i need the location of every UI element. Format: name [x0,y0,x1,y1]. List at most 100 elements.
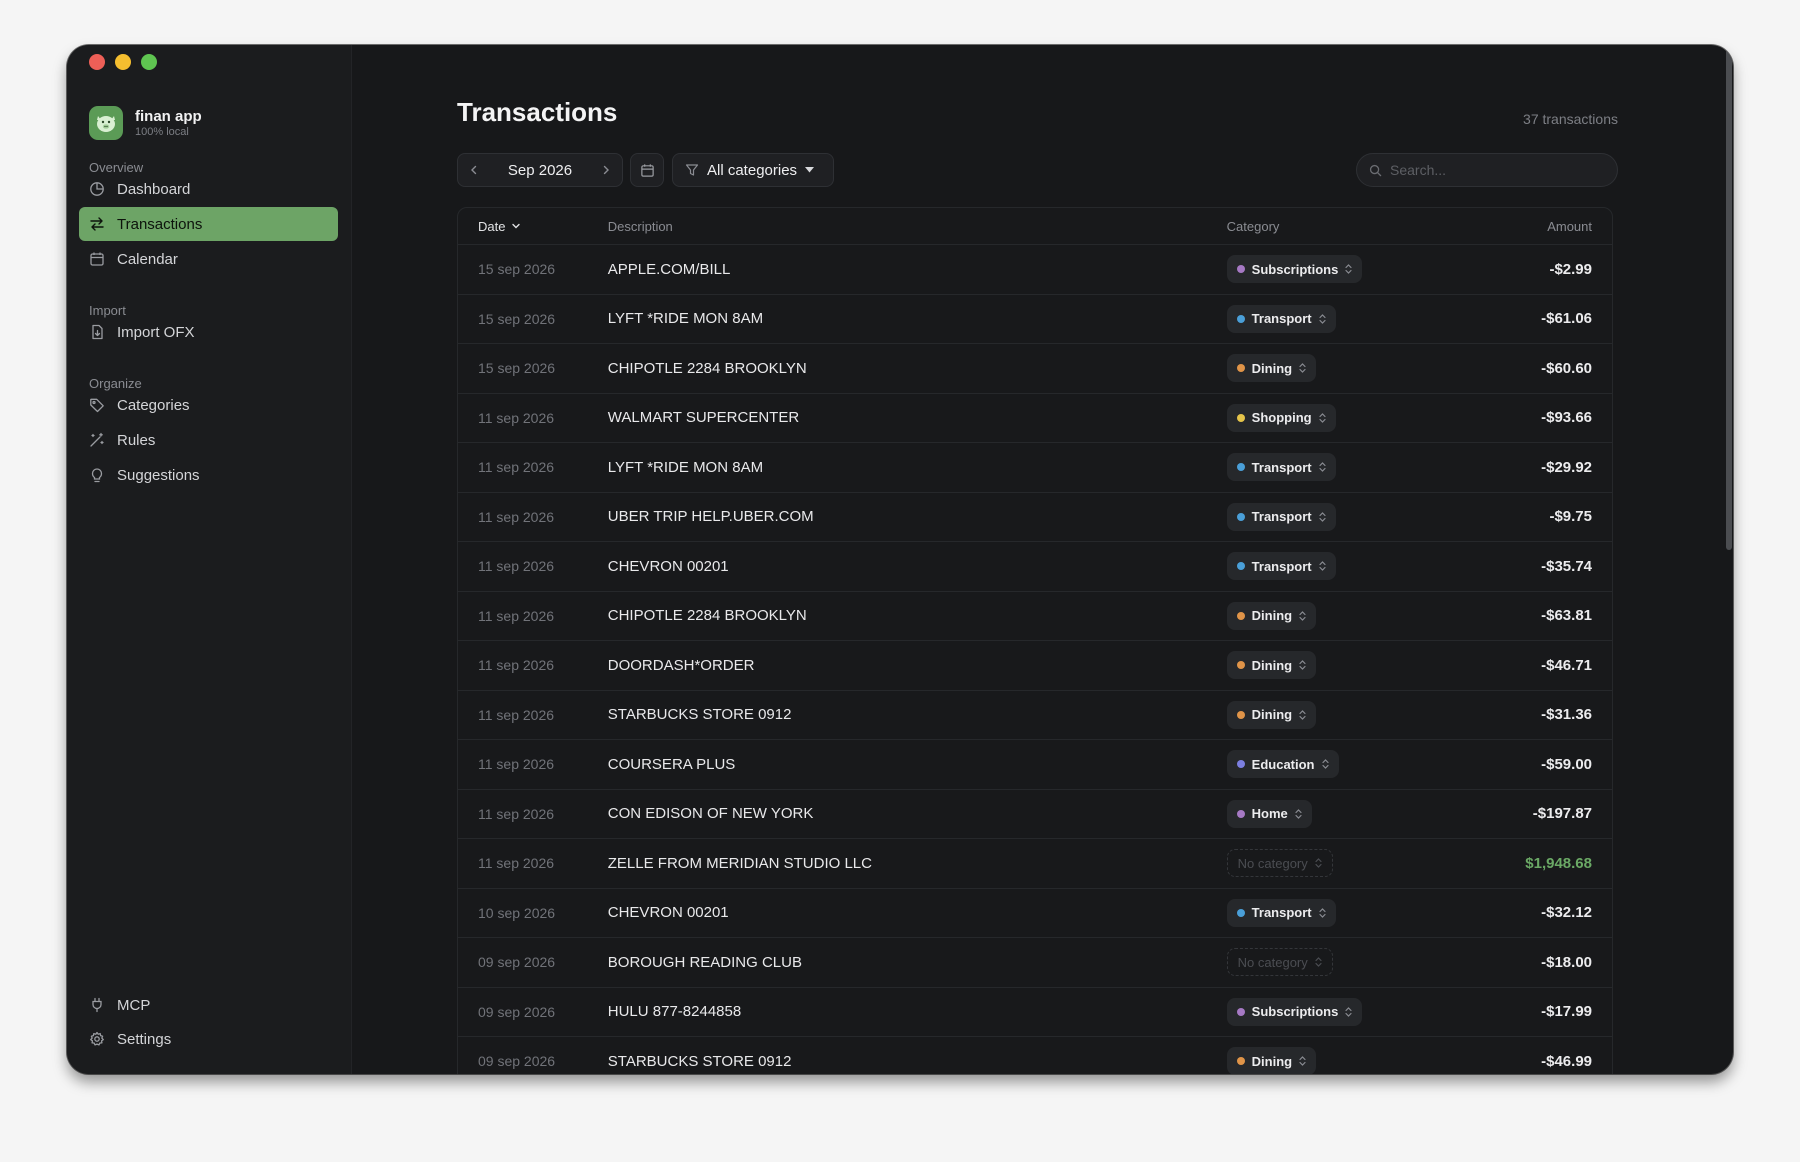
category-select[interactable]: Subscriptions [1226,255,1363,284]
table-row[interactable]: 11 sep 2026 COURSERA PLUS Education -$59.00 [458,740,1612,790]
table-row[interactable]: 11 sep 2026 UBER TRIP HELP.UBER.COM Transp… [458,493,1612,542]
description-column-header[interactable]: Description [608,219,1227,234]
calendar-icon [640,163,654,177]
row-category-cell: Transport [1226,453,1487,482]
category-select[interactable]: Dining [1226,354,1317,383]
row-description: HULU 877-8244858 [607,1003,742,1021]
date-header-label: Date [478,218,506,234]
row-date: 11 sep 2026 [478,508,555,525]
category-select[interactable]: Dining [1226,601,1317,630]
scrollbar[interactable] [1725,45,1733,1074]
category-select[interactable]: No category [1226,849,1333,878]
table-row[interactable]: 15 sep 2026 APPLE.COM/BILL Subscriptions -$… [458,245,1612,295]
chevron-right-icon[interactable] [600,164,612,176]
sidebar-item-transactions[interactable]: Transactions [79,207,338,241]
table-row[interactable]: 15 sep 2026 CHIPOTLE 2284 BROOKLYN Dining -… [458,344,1612,394]
category-select[interactable]: Dining [1226,700,1317,729]
sidebar-item-mcp[interactable]: MCP [79,988,338,1022]
table-row[interactable]: 11 sep 2026 ZELLE FROM MERIDIAN STUDIO LL… [458,839,1612,889]
category-label: No category [1237,954,1308,970]
category-filter-dropdown[interactable]: All categories [672,153,834,187]
table-row[interactable]: 11 sep 2026 DOORDASH*ORDER Dining -$46.71 [458,641,1612,691]
category-select[interactable]: Subscriptions [1226,997,1363,1026]
sidebar-item-calendar[interactable]: Calendar [79,242,338,276]
sidebar-item-suggestions[interactable]: Suggestions [79,458,338,492]
row-description: ZELLE FROM MERIDIAN STUDIO LLC [607,854,872,872]
category-select[interactable]: Transport [1226,502,1336,531]
table-row[interactable]: 11 sep 2026 CON EDISON OF NEW YORK Home -$1… [458,790,1612,839]
chevron-up-down-icon [1299,610,1306,621]
category-label: Transport [1251,905,1312,921]
calendar-picker-button[interactable] [630,153,664,187]
row-amount: -$46.99 [1541,1052,1592,1070]
row-amount: -$59.00 [1541,755,1592,773]
category-label: Home [1251,806,1288,822]
category-color-dot [1236,661,1245,670]
table-row[interactable]: 09 sep 2026 BOROUGH READING CLUB No catego… [458,938,1612,988]
minimize-window-button[interactable] [115,54,131,70]
window-controls [89,54,157,70]
row-description: COURSERA PLUS [607,755,736,773]
category-select[interactable]: Home [1226,799,1312,828]
category-select[interactable]: Dining [1226,651,1317,680]
category-select[interactable]: Education [1226,750,1339,779]
row-description: WALMART SUPERCENTER [607,409,800,427]
row-date: 11 sep 2026 [478,657,555,674]
sidebar-item-import-ofx[interactable]: Import OFX [79,315,338,349]
category-select[interactable]: Transport [1226,304,1336,333]
search-icon [1369,164,1382,176]
row-amount: -$32.12 [1541,904,1592,922]
chevron-up-down-icon [1299,709,1306,720]
sidebar-item-settings[interactable]: Settings [79,1022,338,1056]
category-select[interactable]: Transport [1226,552,1336,581]
row-description: CHEVRON 00201 [607,904,729,922]
scrollbar-thumb[interactable] [1726,45,1732,550]
category-select[interactable]: No category [1226,948,1333,977]
amount-column-header[interactable]: Amount [1486,219,1612,234]
category-select[interactable]: Transport [1226,898,1336,927]
category-select[interactable]: Shopping [1226,403,1336,432]
sidebar-item-categories[interactable]: Categories [79,388,338,422]
sidebar-item-label: Suggestions [117,466,200,484]
category-color-dot [1236,314,1245,323]
row-category-cell: Dining [1226,700,1487,729]
category-select[interactable]: Dining [1226,1047,1317,1074]
row-description: BOROUGH READING CLUB [607,953,802,971]
row-description: APPLE.COM/BILL [607,260,731,278]
chevron-up-down-icon [1345,1006,1352,1017]
sidebar-item-label: Settings [117,1030,172,1048]
table-row[interactable]: 11 sep 2026 CHEVRON 00201 Transport -$35.74 [458,542,1612,592]
search-input[interactable] [1390,162,1600,178]
row-category-cell: Subscriptions [1226,997,1487,1026]
table-row[interactable]: 09 sep 2026 HULU 877-8244858 Subscriptions… [458,988,1612,1037]
calendar-icon [90,252,104,266]
row-amount: -$29.92 [1541,458,1592,476]
row-category-cell: Subscriptions [1226,255,1487,284]
magic-wand-icon [90,432,104,447]
row-date: 11 sep 2026 [478,805,555,822]
row-category-cell: Transport [1226,898,1487,927]
table-row[interactable]: 11 sep 2026 WALMART SUPERCENTER Shopping -$… [458,394,1612,443]
sidebar-item-dashboard[interactable]: Dashboard [79,172,338,206]
close-window-button[interactable] [89,54,105,70]
table-row[interactable]: 15 sep 2026 LYFT *RIDE MON 8AM Transport -$… [458,295,1612,344]
category-select[interactable]: Transport [1226,453,1336,482]
sidebar-item-rules[interactable]: Rules [79,423,338,457]
table-row[interactable]: 10 sep 2026 CHEVRON 00201 Transport -$32.12 [458,889,1612,938]
zoom-window-button[interactable] [141,54,157,70]
transactions-table: Date Description Category Amount 15 sep … [457,207,1613,1074]
chevron-up-down-icon [1299,363,1306,374]
sidebar-item-label: Import OFX [117,323,195,341]
row-description: STARBUCKS STORE 0912 [607,706,792,724]
date-column-header[interactable]: Date [458,219,608,234]
table-row[interactable]: 09 sep 2026 STARBUCKS STORE 0912 Dining -$4… [458,1037,1612,1074]
chevron-left-icon[interactable] [468,164,480,176]
sidebar-item-label: Rules [117,431,156,449]
row-description: CHIPOTLE 2284 BROOKLYN [607,359,807,377]
table-row[interactable]: 11 sep 2026 STARBUCKS STORE 0912 Dining -$3… [458,691,1612,740]
category-column-header[interactable]: Category [1227,219,1487,234]
chevron-up-down-icon [1321,759,1329,770]
table-row[interactable]: 11 sep 2026 LYFT *RIDE MON 8AM Transport -$… [458,443,1612,493]
chevron-down-icon [512,223,521,229]
table-row[interactable]: 11 sep 2026 CHIPOTLE 2284 BROOKLYN Dining -… [458,592,1612,641]
